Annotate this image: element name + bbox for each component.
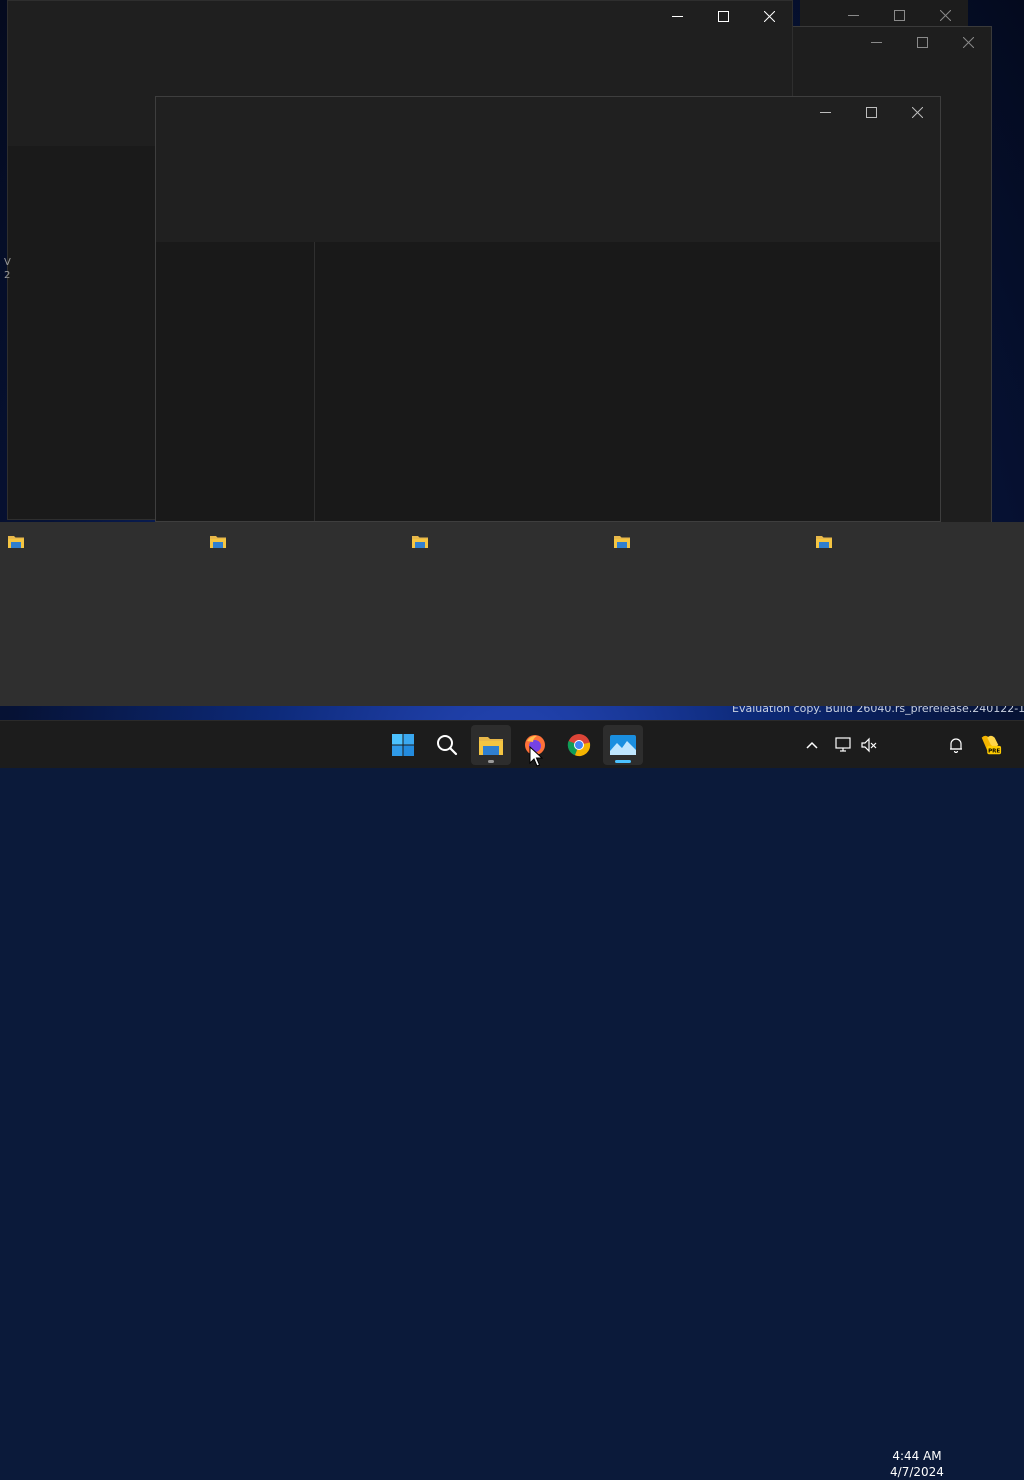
window-front[interactable] [155, 96, 941, 522]
minimize-icon [819, 111, 831, 113]
window-body [156, 242, 940, 521]
minimize-button[interactable] [654, 1, 700, 31]
running-indicator [615, 760, 631, 763]
maximize-icon [717, 10, 729, 22]
partial-side-text: V 2 [4, 256, 11, 282]
close-button[interactable] [746, 1, 792, 31]
folder-icon [816, 536, 832, 548]
taskbar-chrome[interactable] [559, 725, 599, 765]
show-hidden-icons-button[interactable] [800, 733, 824, 757]
minimize-button[interactable] [802, 97, 848, 127]
maximize-button[interactable] [899, 27, 945, 57]
copilot-button[interactable]: PRE [978, 733, 1002, 757]
window-preview[interactable] [0, 522, 202, 706]
close-button[interactable] [945, 27, 991, 57]
minimize-icon [870, 41, 882, 43]
chrome-icon [567, 734, 591, 757]
taskbar-file-explorer[interactable] [471, 725, 511, 765]
clock-time: 4:44 AM [892, 1449, 942, 1463]
side-text-line: 2 [4, 270, 11, 281]
maximize-icon [865, 106, 877, 118]
side-text-line: V [4, 257, 11, 268]
search-icon [437, 735, 458, 756]
taskbar-photos[interactable] [603, 725, 643, 765]
search-button[interactable] [427, 725, 467, 765]
close-icon [911, 106, 923, 118]
network-button[interactable] [832, 733, 856, 757]
window-controls [654, 1, 792, 31]
chevron-up-icon [806, 741, 818, 749]
taskbar-preview-strip [0, 522, 1024, 706]
window-controls [802, 97, 940, 127]
maximize-icon [893, 9, 905, 21]
volume-button[interactable] [857, 733, 881, 757]
close-icon [763, 10, 775, 22]
running-indicator [488, 760, 494, 763]
close-button[interactable] [894, 97, 940, 127]
minimize-button[interactable] [853, 27, 899, 57]
folder-icon [8, 536, 24, 548]
start-button[interactable] [383, 725, 423, 765]
photos-icon [610, 735, 636, 755]
folder-icon [412, 536, 428, 548]
maximize-button[interactable] [700, 1, 746, 31]
minimize-icon [847, 14, 859, 16]
network-icon [835, 737, 851, 752]
copilot-pre-icon: PRE [981, 735, 1002, 754]
notifications-button[interactable] [944, 733, 968, 757]
file-explorer-icon [479, 737, 503, 755]
window-preview[interactable] [404, 522, 606, 706]
close-icon [962, 36, 974, 48]
volume-muted-icon [861, 737, 877, 753]
clock-date: 4/7/2024 [890, 1465, 944, 1479]
maximize-icon [916, 36, 928, 48]
svg-text:PRE: PRE [988, 748, 1000, 754]
navigation-pane[interactable] [156, 242, 315, 521]
mouse-cursor-icon [529, 746, 543, 767]
content-pane[interactable] [315, 242, 940, 521]
window-preview[interactable] [606, 522, 808, 706]
taskbar: 4:44 AM 4/7/2024 PRE [0, 720, 1024, 1479]
folder-icon [210, 536, 226, 548]
taskbar-clock[interactable]: 4:44 AM 4/7/2024 [884, 1448, 950, 1480]
window-controls [853, 27, 991, 57]
bell-icon [950, 738, 962, 753]
minimize-icon [671, 15, 683, 17]
window-preview[interactable] [202, 522, 404, 706]
folder-icon [614, 536, 630, 548]
maximize-button[interactable] [848, 97, 894, 127]
window-preview[interactable] [808, 522, 1010, 706]
close-icon [939, 9, 951, 21]
windows-start-icon [392, 734, 414, 756]
